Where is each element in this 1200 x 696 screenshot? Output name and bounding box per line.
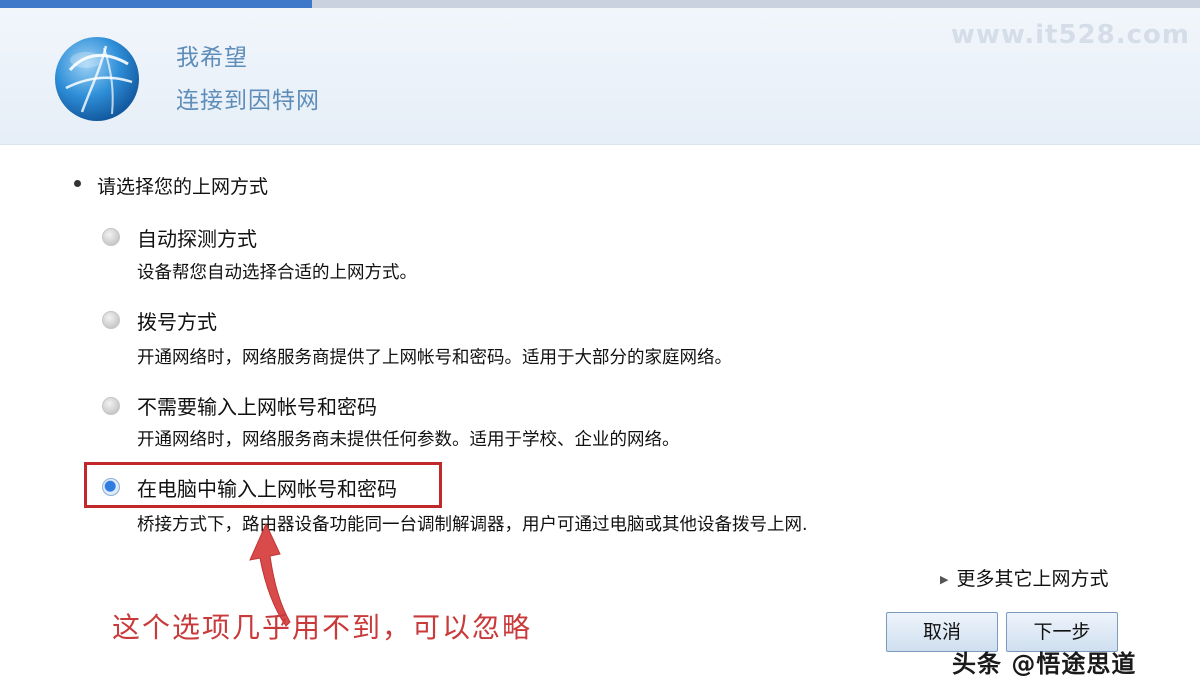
chevron-right-icon: ▶ [940, 573, 949, 586]
more-options-link[interactable]: ▶ 更多其它上网方式 [940, 564, 1108, 591]
globe-icon [55, 37, 139, 121]
annotation-text: 这个选项几乎用不到，可以忽略 [112, 611, 533, 644]
option-desc-auto-detect: 设备帮您自动选择合适的上网方式。 [137, 263, 417, 283]
option-label-dialup[interactable]: 拨号方式 [137, 306, 217, 335]
prompt-bullet [74, 180, 81, 187]
wizard-header: 我希望 连接到因特网 www.it528.com [0, 8, 1200, 145]
header-subtitle: 连接到因特网 [176, 88, 320, 114]
footer-watermark: 头条 @悟途思道 [952, 650, 1137, 678]
watermark: www.it528.com [950, 20, 1190, 50]
option-label-no-account[interactable]: 不需要输入上网帐号和密码 [137, 391, 377, 420]
option-desc-pc-account: 桥接方式下，路由器设备功能同一台调制解调器，用户可通过电脑或其他设备拨号上网. [137, 515, 808, 535]
radio-no-account[interactable] [102, 397, 120, 415]
more-options-label[interactable]: 更多其它上网方式 [956, 568, 1108, 590]
progress-fill [0, 0, 312, 8]
option-label-pc-account[interactable]: 在电脑中输入上网帐号和密码 [137, 473, 397, 502]
option-label-auto-detect[interactable]: 自动探测方式 [137, 223, 257, 252]
progress-bar [0, 0, 1200, 8]
option-desc-dialup: 开通网络时，网络服务商提供了上网帐号和密码。适用于大部分的家庭网络。 [137, 348, 732, 368]
option-desc-no-account: 开通网络时，网络服务商未提供任何参数。适用于学校、企业的网络。 [137, 430, 680, 450]
radio-dialup[interactable] [102, 311, 120, 329]
prompt-text: 请选择您的上网方式 [97, 176, 269, 198]
radio-pc-account[interactable] [102, 478, 120, 496]
header-title: 我希望 [176, 45, 248, 71]
radio-auto-detect[interactable] [102, 228, 120, 246]
